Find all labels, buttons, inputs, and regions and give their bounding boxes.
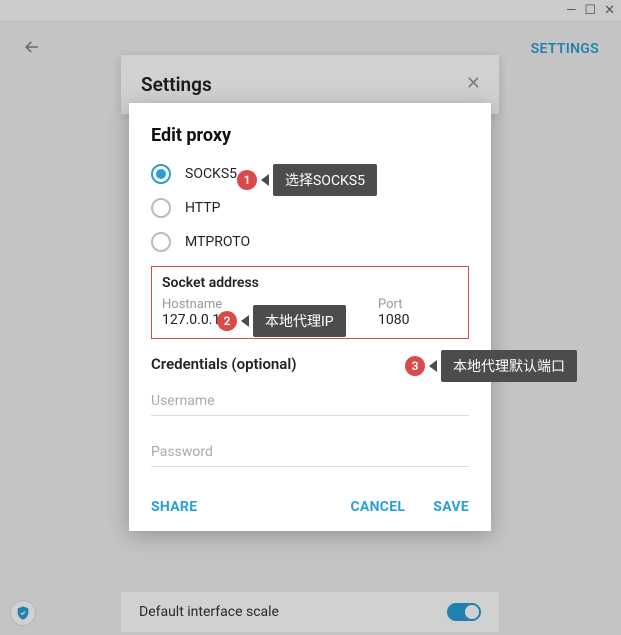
callout-badge: 3	[405, 356, 425, 376]
dialog-title: Edit proxy	[151, 125, 469, 146]
radio-icon	[151, 198, 171, 218]
callout-arrow-icon	[241, 315, 249, 327]
callout-arrow-icon	[429, 360, 437, 372]
port-field[interactable]: Port 1080	[378, 297, 458, 328]
port-value: 1080	[378, 312, 458, 328]
share-button[interactable]: SHARE	[151, 499, 197, 515]
radio-icon	[151, 164, 171, 184]
cancel-button[interactable]: CANCEL	[350, 499, 405, 515]
callout-arrow-icon	[261, 174, 269, 186]
radio-icon	[151, 232, 171, 252]
callout-text: 选择SOCKS5	[273, 164, 377, 196]
password-input[interactable]	[151, 438, 469, 467]
radio-label: SOCKS5	[185, 166, 237, 182]
callout-badge: 1	[237, 170, 257, 190]
callout-2: 2 本地代理IP	[217, 305, 346, 337]
socket-address-label: Socket address	[162, 275, 458, 291]
callout-badge: 2	[217, 311, 237, 331]
port-label: Port	[378, 297, 458, 312]
callout-1: 1 选择SOCKS5	[237, 164, 377, 196]
username-input[interactable]	[151, 387, 469, 416]
radio-label: MTPROTO	[185, 234, 250, 250]
radio-http[interactable]: HTTP	[151, 198, 469, 218]
callout-text: 本地代理IP	[253, 305, 346, 337]
save-button[interactable]: SAVE	[433, 499, 469, 515]
radio-label: HTTP	[185, 200, 220, 216]
dialog-actions: SHARE CANCEL SAVE	[151, 499, 469, 515]
radio-mtproto[interactable]: MTPROTO	[151, 232, 469, 252]
callout-text: 本地代理默认端口	[441, 350, 577, 382]
callout-3: 3 本地代理默认端口	[405, 350, 577, 382]
